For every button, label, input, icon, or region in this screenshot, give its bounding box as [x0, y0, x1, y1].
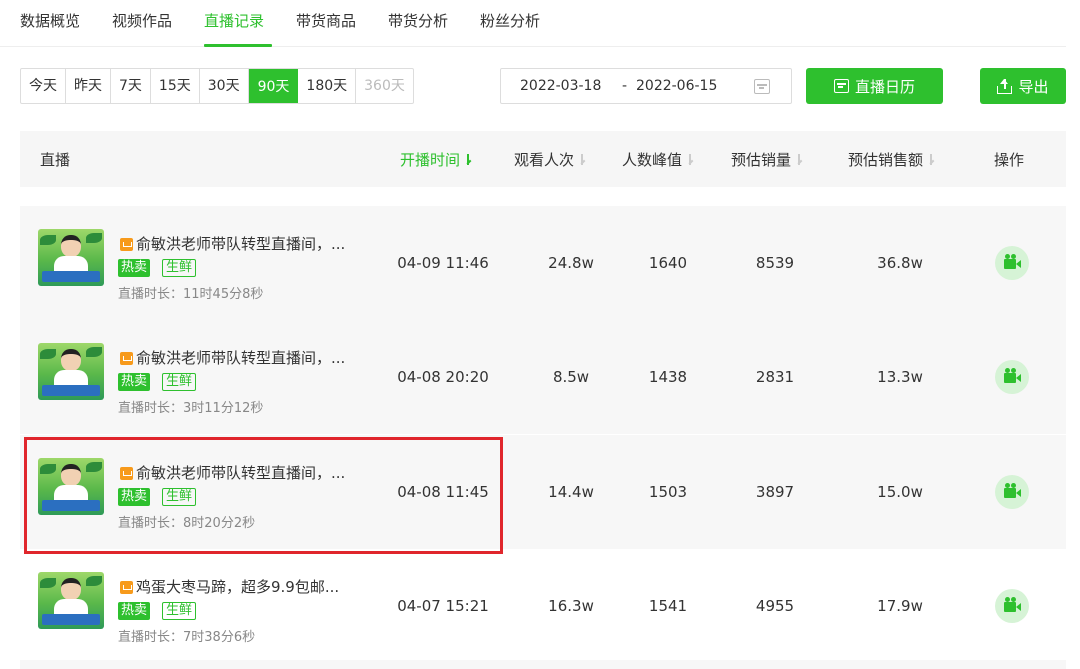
table-row[interactable]: 俞敏洪老师带队转型直播间，... 热卖 生鲜 直播时长：11时45分8秒 04-…	[20, 206, 1066, 320]
tab-fans-analysis[interactable]: 粉丝分析	[480, 10, 540, 31]
peak-viewers: 1503	[648, 483, 688, 501]
live-duration: 直播时长：8时20分2秒	[118, 516, 256, 531]
shopping-cart-icon	[120, 467, 133, 480]
peak-viewers: 1640	[648, 254, 688, 272]
est-gmv: 13.3w	[877, 368, 923, 386]
shopping-cart-icon	[120, 581, 133, 594]
col-start-time[interactable]: 开播时间	[400, 149, 472, 170]
export-icon	[997, 78, 1013, 94]
tag-fresh: 生鲜	[162, 602, 197, 620]
tab-live-records[interactable]: 直播记录	[204, 10, 264, 31]
est-gmv: 17.9w	[877, 597, 923, 615]
live-title[interactable]: 鸡蛋大枣马蹄，超多9.9包邮...	[136, 576, 339, 597]
live-duration: 直播时长：7时38分6秒	[118, 630, 256, 645]
date-range-selector: 今天 昨天 7天 15天 30天 90天 180天 360天	[20, 68, 414, 104]
col-peak[interactable]: 人数峰值	[622, 149, 694, 170]
range-today[interactable]: 今天	[21, 69, 66, 103]
top-tabs: 数据概览 视频作品 直播记录 带货商品 带货分析 粉丝分析	[0, 0, 1066, 47]
views: 24.8w	[548, 254, 594, 272]
replay-video-button[interactable]	[995, 246, 1029, 280]
date-separator: -	[622, 78, 628, 94]
col-views[interactable]: 观看人次	[514, 149, 586, 170]
date-start: 2022-03-18	[520, 78, 602, 94]
shopping-cart-icon	[120, 352, 133, 365]
live-duration: 直播时长：11时45分8秒	[118, 287, 264, 302]
next-row-clipped	[20, 660, 1066, 669]
date-range-picker[interactable]: 2022-03-18 - 2022-06-15	[500, 68, 792, 104]
live-calendar-button[interactable]: 直播日历	[806, 68, 943, 104]
export-label: 导出	[1018, 77, 1049, 96]
sort-desc-icon	[464, 153, 472, 166]
active-tab-indicator	[204, 44, 272, 47]
tab-video-works[interactable]: 视频作品	[112, 10, 172, 31]
tag-hot: 热卖	[118, 488, 151, 506]
tag-hot: 热卖	[118, 259, 151, 277]
sort-icon	[795, 153, 803, 166]
table-row[interactable]: 俞敏洪老师带队转型直播间，... 热卖 生鲜 直播时长：3时11分12秒 04-…	[20, 320, 1066, 434]
tag-fresh: 生鲜	[162, 488, 197, 506]
range-15d[interactable]: 15天	[151, 69, 200, 103]
col-est-gmv[interactable]: 预估销售额	[848, 149, 935, 170]
est-sales: 3897	[755, 483, 795, 501]
range-30d[interactable]: 30天	[200, 69, 249, 103]
video-camera-icon	[1004, 488, 1021, 498]
scroll-clipped-row	[20, 187, 1066, 195]
replay-video-button[interactable]	[995, 475, 1029, 509]
table-header: 直播 开播时间 观看人次 人数峰值 预估销量 预估销售额 操作	[20, 131, 1066, 187]
replay-video-button[interactable]	[995, 360, 1029, 394]
sort-icon	[578, 153, 586, 166]
range-90d[interactable]: 90天	[248, 69, 299, 103]
table-row[interactable]: 鸡蛋大枣马蹄，超多9.9包邮... 热卖 生鲜 直播时长：7时38分6秒 04-…	[20, 549, 1066, 663]
sort-icon	[686, 153, 694, 166]
live-title[interactable]: 俞敏洪老师带队转型直播间，...	[136, 462, 345, 483]
range-360d[interactable]: 360天	[356, 69, 413, 103]
tag-hot: 热卖	[118, 373, 151, 391]
date-end: 2022-06-15	[636, 78, 718, 94]
live-title[interactable]: 俞敏洪老师带队转型直播间，...	[136, 347, 345, 368]
tab-data-overview[interactable]: 数据概览	[20, 10, 80, 31]
peak-viewers: 1541	[648, 597, 688, 615]
live-cover-thumbnail[interactable]	[38, 572, 104, 629]
est-sales: 2831	[755, 368, 795, 386]
export-button[interactable]: 导出	[980, 68, 1066, 104]
views: 16.3w	[548, 597, 594, 615]
live-duration: 直播时长：3时11分12秒	[118, 401, 264, 416]
live-cover-thumbnail[interactable]	[38, 458, 104, 515]
start-time: 04-08 20:20	[397, 368, 489, 386]
col-est-sales[interactable]: 预估销量	[731, 149, 803, 170]
peak-viewers: 1438	[648, 368, 688, 386]
start-time: 04-07 15:21	[397, 597, 489, 615]
start-time: 04-08 11:45	[397, 483, 489, 501]
video-camera-icon	[1004, 259, 1021, 269]
est-sales: 4955	[755, 597, 795, 615]
live-title[interactable]: 俞敏洪老师带队转型直播间，...	[136, 233, 345, 254]
video-camera-icon	[1004, 602, 1021, 612]
col-action: 操作	[994, 151, 1025, 169]
start-time: 04-09 11:46	[397, 254, 489, 272]
live-cover-thumbnail[interactable]	[38, 229, 104, 286]
replay-video-button[interactable]	[995, 589, 1029, 623]
tab-products[interactable]: 带货商品	[296, 10, 356, 31]
est-gmv: 36.8w	[877, 254, 923, 272]
tag-hot: 热卖	[118, 602, 151, 620]
est-gmv: 15.0w	[877, 483, 923, 501]
calendar-icon	[754, 79, 770, 94]
live-calendar-label: 直播日历	[854, 77, 915, 96]
col-live: 直播	[40, 151, 71, 169]
sort-icon	[927, 153, 935, 166]
video-camera-icon	[1004, 373, 1021, 383]
range-7d[interactable]: 7天	[111, 69, 151, 103]
tag-fresh: 生鲜	[162, 373, 197, 391]
est-sales: 8539	[755, 254, 795, 272]
tab-sales-analysis[interactable]: 带货分析	[388, 10, 448, 31]
views: 8.5w	[552, 368, 590, 386]
views: 14.4w	[548, 483, 594, 501]
calendar-icon	[833, 79, 849, 93]
live-cover-thumbnail[interactable]	[38, 343, 104, 400]
table-row[interactable]: 俞敏洪老师带队转型直播间，... 热卖 生鲜 直播时长：8时20分2秒 04-0…	[20, 435, 1066, 549]
range-180d[interactable]: 180天	[298, 69, 357, 103]
shopping-cart-icon	[120, 238, 133, 251]
range-yesterday[interactable]: 昨天	[66, 69, 111, 103]
tag-fresh: 生鲜	[162, 259, 197, 277]
